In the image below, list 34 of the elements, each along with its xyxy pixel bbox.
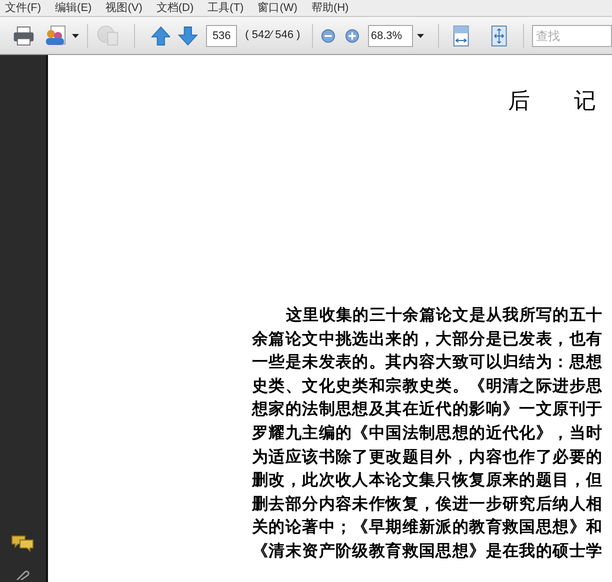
text-line: 想家的法制思想及其在近代的影响》一文原刊于: [252, 398, 602, 420]
text-line: 关的论著中；《早期维新派的教育救国思想》和: [252, 516, 602, 538]
search-field[interactable]: 查找: [532, 24, 612, 46]
paperclip-icon[interactable]: [15, 570, 31, 580]
text-line: 删改，此次收人本论文集只恢复原来的题目，但: [252, 469, 602, 492]
zoom-field[interactable]: 68.3%: [368, 24, 413, 46]
menu-item[interactable]: 视图(V): [106, 0, 142, 16]
caret-icon[interactable]: [72, 34, 80, 38]
page-number-field[interactable]: 536: [206, 24, 238, 46]
menu-item[interactable]: 文档(D): [156, 0, 194, 16]
text-line: 这里收集的三十余篇论文是从我所写的五十: [285, 304, 602, 326]
print-icon[interactable]: [12, 24, 36, 48]
comments-icon[interactable]: [11, 534, 35, 552]
caret-icon[interactable]: [416, 34, 424, 38]
text-line: 为适应该书除了更改题目外，内容也作了必要的: [252, 446, 602, 468]
page-title: 后 记: [508, 88, 596, 116]
text-line: 一些是未发表的。其内容大致可以归结为：思想: [252, 351, 602, 374]
fit-width-icon[interactable]: [452, 24, 469, 48]
zoom-out-icon[interactable]: [321, 28, 336, 44]
menu-item[interactable]: 工具(T): [208, 0, 244, 16]
fit-page-icon[interactable]: [490, 24, 508, 48]
menu-item[interactable]: 编辑(E): [55, 0, 92, 16]
up-arrow-icon[interactable]: [150, 24, 170, 46]
menu-item[interactable]: 窗口(W): [258, 0, 298, 16]
text-line: 余篇论文中挑选出来的，大部分是已发表，也有: [252, 328, 602, 350]
menu-item[interactable]: 帮助(H): [311, 0, 349, 16]
zoom-in-icon[interactable]: [345, 28, 360, 44]
text-line: 《清末资产阶级教育救国思想》是在我的硕士学: [252, 540, 602, 562]
text-line: 史类、文化史类和宗教史类。《明清之际进步思: [252, 374, 602, 397]
text-line: 删去部分内容未作恢复，俟进一步研究后纳人相: [252, 492, 602, 515]
menu-item[interactable]: 文件(F): [5, 0, 42, 16]
text-line: 罗耀九主编的《中国法制思想的近代化》，当时: [252, 422, 602, 444]
page-count: ( 542⁄ 546 ): [245, 28, 300, 44]
down-arrow-icon[interactable]: [178, 24, 198, 46]
